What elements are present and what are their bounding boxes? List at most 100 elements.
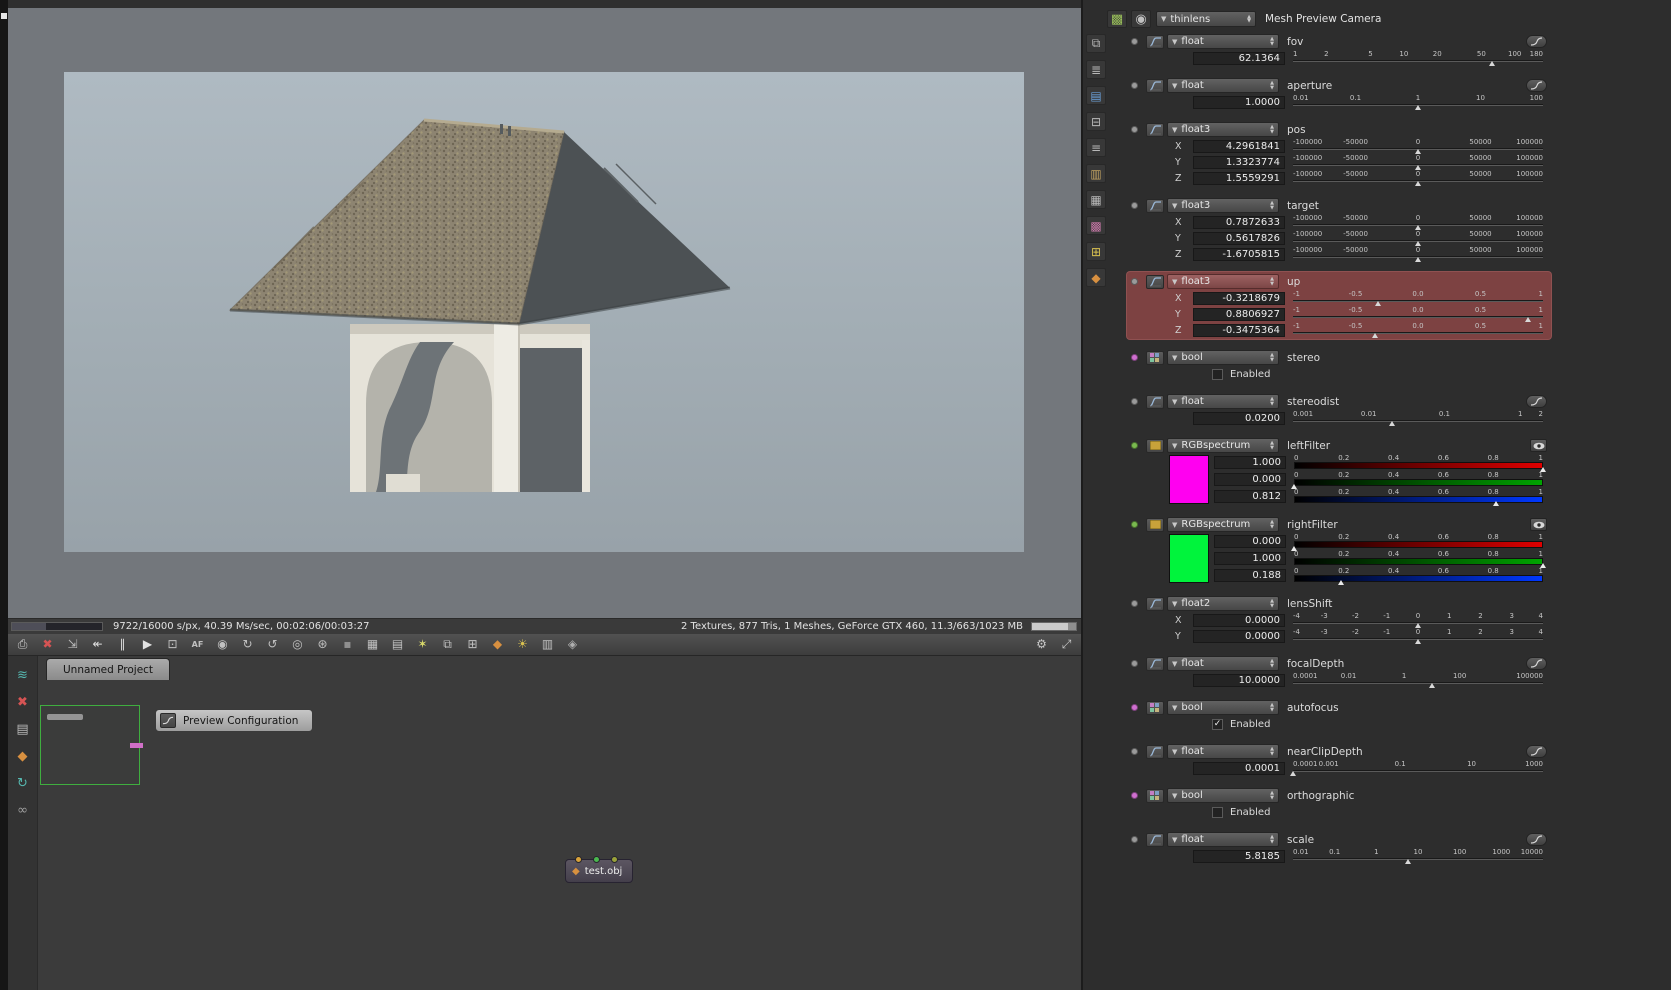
slider-marker[interactable] — [1388, 421, 1395, 426]
slider-marker[interactable] — [1415, 181, 1421, 186]
camera-type-icon[interactable]: ◉ — [1131, 10, 1151, 28]
fullscreen-icon[interactable]: ⤢ — [1057, 636, 1076, 653]
param-kind-icon[interactable] — [1146, 122, 1164, 137]
checker-icon[interactable]: ▦ — [363, 636, 382, 653]
response-curve-button[interactable] — [1526, 833, 1547, 846]
param-kind-icon[interactable] — [1146, 438, 1164, 453]
obj-node[interactable]: ◆ test.obj — [565, 856, 633, 883]
param-value-field[interactable]: 10.0000 — [1193, 673, 1285, 687]
link-icon[interactable]: ∞ — [13, 801, 33, 819]
sun-icon[interactable]: ☀ — [513, 636, 532, 653]
channel-value-field[interactable]: 0.000 — [1214, 535, 1286, 548]
channel-value-field[interactable]: 0.812 — [1214, 490, 1286, 503]
node-port[interactable] — [593, 856, 600, 863]
response-curve-button[interactable] — [1526, 657, 1547, 670]
param-slider[interactable]: -4 -3 -2 -1 0 1 2 3 4 — [1293, 612, 1543, 628]
palette-icon[interactable]: ▩ — [1086, 216, 1106, 235]
stepper-arrows-icon[interactable]: ▲ ▼ — [1270, 520, 1274, 529]
param-value-field-x[interactable]: -0.3218679 — [1193, 291, 1285, 305]
param-kind-icon[interactable] — [1146, 700, 1164, 715]
add-node-icon[interactable]: ⊞ — [463, 636, 482, 653]
param-kind-icon[interactable] — [1146, 198, 1164, 213]
param-slider[interactable]: -100000 -50000 0 50000 100000 — [1293, 230, 1543, 246]
list-icon[interactable]: ≡ — [1086, 138, 1106, 157]
param-value-field-z[interactable]: -1.6705815 — [1193, 247, 1285, 261]
camera-icon[interactable]: ◉ — [213, 636, 232, 653]
node-port[interactable] — [575, 856, 582, 863]
scene-icon[interactable]: ≋ — [13, 666, 33, 684]
stepper-arrows-icon[interactable]: ▲ ▼ — [1270, 659, 1274, 668]
param-type-dropdown[interactable]: ▼ RGBspectrum ▲ ▼ — [1167, 438, 1279, 453]
param-value-field-y[interactable]: 1.3323774 — [1193, 155, 1285, 169]
stepper-arrows-icon[interactable]: ▲ ▼ — [1270, 397, 1274, 406]
stepper-arrows-icon[interactable]: ▲ ▼ — [1270, 201, 1274, 210]
gradient-slider[interactable]: 0 0.2 0.4 0.6 0.8 1 — [1294, 550, 1546, 568]
stepper-arrows-icon[interactable]: ▲ ▼ — [1270, 791, 1274, 800]
param-kind-icon[interactable] — [1146, 788, 1164, 803]
param-slider[interactable]: -1 -0.5 0.0 0.5 1 — [1293, 322, 1543, 338]
shield-icon[interactable]: ◆ — [488, 636, 507, 653]
slider-marker[interactable] — [1493, 501, 1500, 506]
node-output-port[interactable] — [130, 743, 143, 748]
param-slider[interactable]: -100000 -50000 0 50000 100000 — [1293, 154, 1543, 170]
slider-marker[interactable] — [1405, 859, 1412, 864]
param-kind-icon[interactable] — [1146, 394, 1164, 409]
param-port-dot[interactable] — [1131, 521, 1138, 528]
gradient-slider[interactable]: 0 0.2 0.4 0.6 0.8 1 — [1294, 567, 1543, 585]
stepper-arrows-icon[interactable]: ▲ ▼ — [1270, 125, 1274, 134]
stepper-arrows-icon[interactable]: ▲ ▼ — [1270, 37, 1274, 46]
param-port-dot[interactable] — [1131, 836, 1138, 843]
checkbox-orthographic[interactable] — [1212, 806, 1223, 818]
visibility-toggle-button[interactable] — [1530, 439, 1547, 452]
param-value-field-z[interactable]: 1.5559291 — [1193, 171, 1285, 185]
resize-window-icon[interactable]: ⇲ — [63, 636, 82, 653]
stepper-arrows-icon[interactable]: ▲ ▼ — [1270, 599, 1274, 608]
param-value-field-x[interactable]: 0.7872633 — [1193, 215, 1285, 229]
param-slider[interactable]: 1 2 5 10 20 50 100 180 — [1293, 50, 1543, 66]
response-curve-button[interactable] — [1526, 35, 1547, 48]
stepper-arrows-icon[interactable]: ▲ ▼ — [1270, 703, 1274, 712]
stepper-arrows-icon[interactable]: ▲ ▼ — [1270, 81, 1274, 90]
param-port-dot[interactable] — [1131, 442, 1138, 449]
checkbox-autofocus[interactable]: ✓ — [1212, 718, 1223, 730]
param-type-dropdown[interactable]: ▼ bool ▲ ▼ — [1167, 350, 1279, 365]
droplet-icon[interactable]: ◆ — [13, 747, 33, 765]
param-type-dropdown[interactable]: ▼ bool ▲ ▼ — [1167, 700, 1279, 715]
param-type-dropdown[interactable]: ▼ bool ▲ ▼ — [1167, 788, 1279, 803]
undo-icon[interactable]: ↺ — [263, 636, 282, 653]
param-slider[interactable]: 0.01 0.1 1 10 100 — [1293, 94, 1543, 110]
stepper-arrows-icon[interactable]: ▲ ▼ — [1247, 14, 1251, 24]
display-icon[interactable]: ⊟ — [1086, 112, 1106, 131]
slider-marker[interactable] — [1371, 333, 1378, 338]
param-type-dropdown[interactable]: ▼ float2 ▲ ▼ — [1167, 596, 1279, 611]
param-value-field[interactable]: 62.1364 — [1193, 51, 1285, 65]
project-tab[interactable]: Unnamed Project — [46, 658, 171, 680]
pause-icon[interactable]: ∥ — [113, 636, 132, 653]
param-value-field[interactable]: 1.0000 — [1193, 95, 1285, 109]
world-icon[interactable]: ◎ — [288, 636, 307, 653]
param-port-dot[interactable] — [1131, 202, 1138, 209]
channel-value-field[interactable]: 1.000 — [1214, 456, 1286, 469]
texture-icon[interactable]: ▥ — [538, 636, 557, 653]
gradient-slider[interactable]: 0 0.2 0.4 0.6 0.8 1 — [1294, 454, 1546, 472]
param-value-field-x[interactable]: 4.2961841 — [1193, 139, 1285, 153]
copy-icon[interactable]: ⧉ — [438, 636, 457, 653]
param-type-dropdown[interactable]: ▼ float ▲ ▼ — [1167, 832, 1279, 847]
document-icon[interactable]: ▤ — [13, 720, 33, 738]
channel-value-field[interactable]: 0.188 — [1214, 569, 1286, 582]
param-type-dropdown[interactable]: ▼ RGBspectrum ▲ ▼ — [1167, 517, 1279, 532]
af-icon[interactable]: AF — [188, 636, 207, 653]
node-canvas[interactable]: Preview Configuration ◆ test.obj — [38, 680, 1081, 990]
skip-to-start-icon[interactable]: ↞ — [88, 636, 107, 653]
slider-marker[interactable] — [1415, 639, 1421, 644]
response-curve-button[interactable] — [1526, 745, 1547, 758]
param-slider[interactable]: -1 -0.5 0.0 0.5 1 — [1293, 306, 1543, 322]
param-value-field[interactable]: 0.0200 — [1193, 411, 1285, 425]
param-value-field-z[interactable]: -0.3475364 — [1193, 323, 1285, 337]
abort-icon[interactable]: ✖ — [13, 693, 33, 711]
param-port-dot[interactable] — [1131, 82, 1138, 89]
param-slider[interactable]: -4 -3 -2 -1 0 1 2 3 4 — [1293, 628, 1543, 644]
slider-marker[interactable] — [1428, 683, 1435, 688]
wrench-icon[interactable]: ⚙ — [1032, 636, 1051, 653]
slider-marker[interactable] — [1414, 257, 1421, 262]
